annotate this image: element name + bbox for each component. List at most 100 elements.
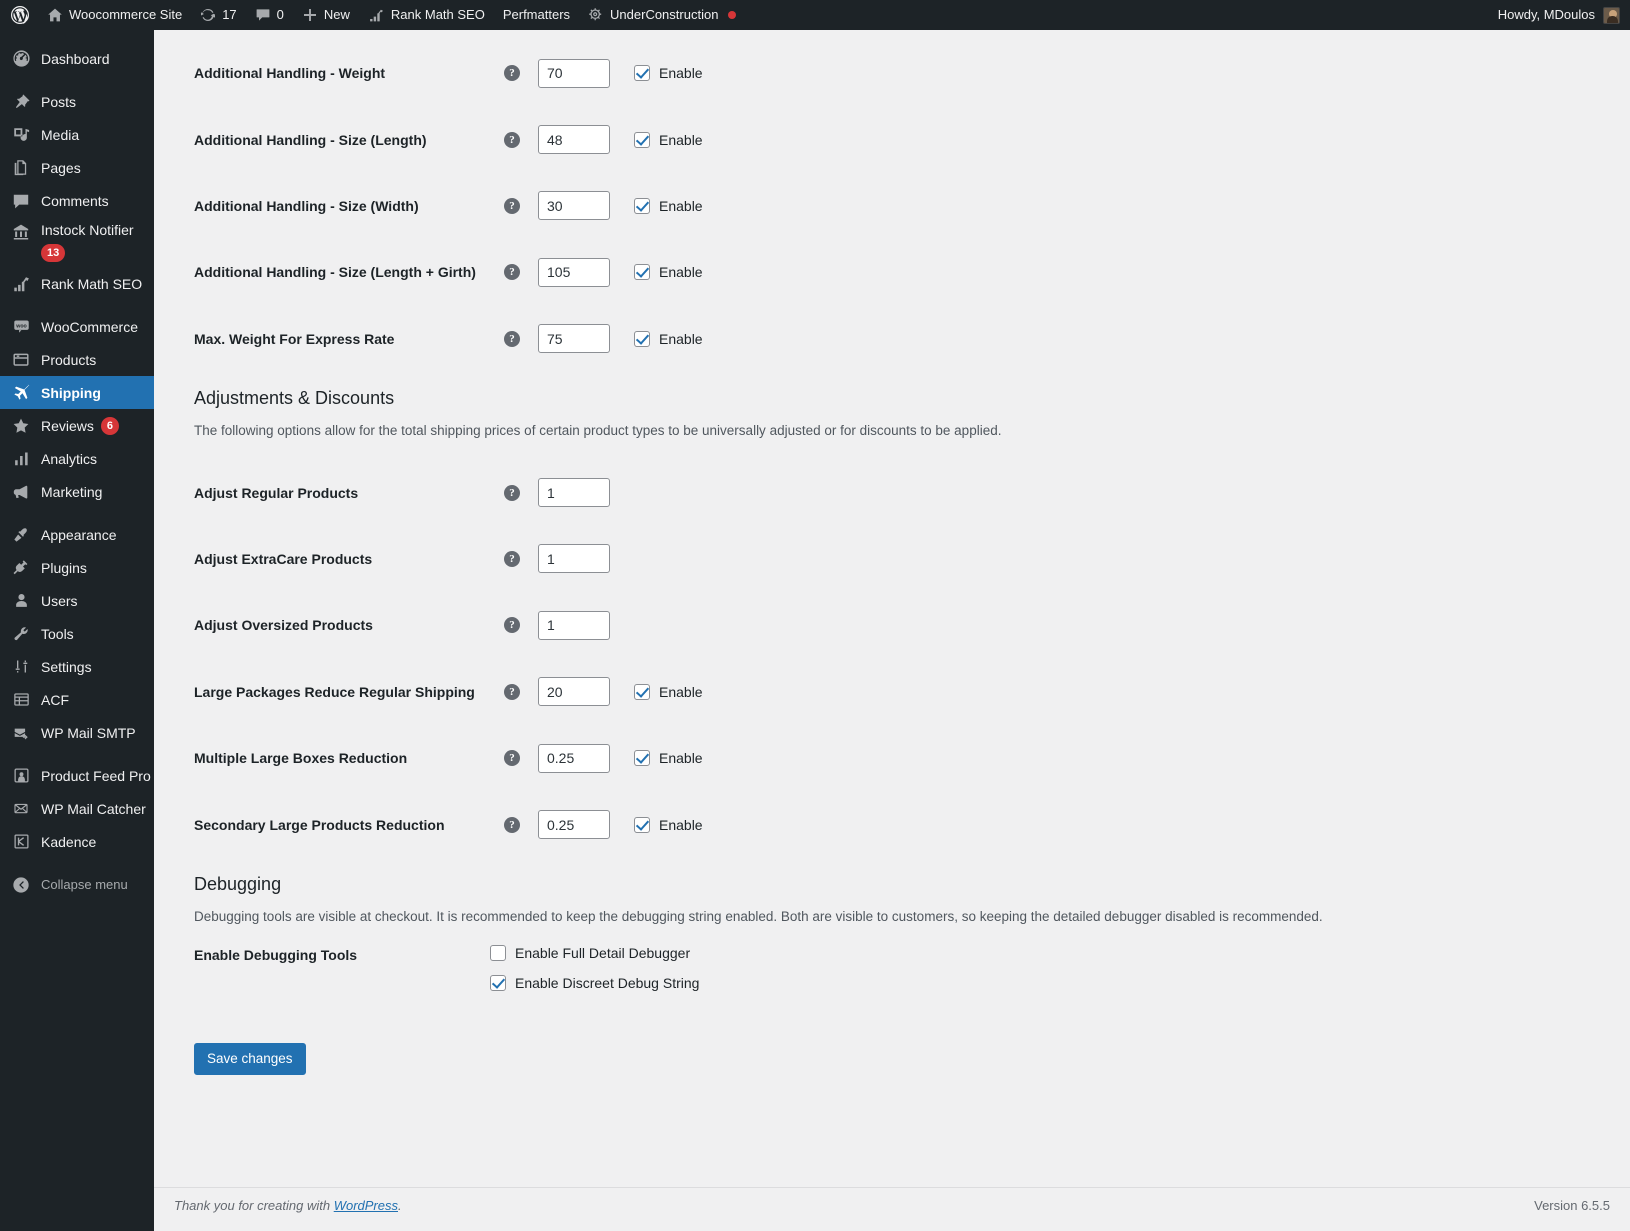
enable-checkbox-group[interactable]: Enable [634,131,703,148]
enable-checkbox-group[interactable]: Enable [634,816,703,833]
wordpress-logo-menu[interactable] [0,0,38,30]
site-name-menu[interactable]: Woocommerce Site [38,0,191,30]
debugging-tools-row: Enable Debugging Tools Enable Full Detai… [174,945,1610,992]
sidebar-item-settings[interactable]: Settings [0,650,154,683]
save-changes-button[interactable]: Save changes [194,1043,306,1076]
setting-value-input[interactable] [538,610,610,640]
help-tip-icon[interactable]: ? [504,131,520,148]
enable-checkbox[interactable] [634,65,650,82]
enable-checkbox-group[interactable]: Enable [634,750,703,767]
debugging-tools-label: Enable Debugging Tools [194,947,358,964]
sidebar-item-wp-mail-catcher[interactable]: WP Mail Catcher [0,792,154,825]
enable-checkbox-group[interactable]: Enable [634,264,703,281]
enable-checkbox-group[interactable]: Enable [634,683,703,700]
sidebar-item-kadence[interactable]: Kadence [0,825,154,858]
sidebar-item-label: Shipping [41,384,101,401]
sidebar-item-shipping[interactable]: Shipping [0,376,162,409]
sidebar-item-media[interactable]: Media [0,118,154,151]
sidebar-item-comments[interactable]: Comments [0,184,154,217]
enable-checkbox-label: Enable [659,65,703,82]
setting-value-input[interactable] [538,58,610,88]
sidebar-item-label: Reviews [41,417,94,434]
debugging-section-description: Debugging tools are visible at checkout.… [194,908,1323,924]
setting-row: Adjust ExtraCare Products? [174,526,1610,592]
sidebar-item-dashboard[interactable]: Dashboard [0,42,154,75]
setting-value-input[interactable] [538,743,610,773]
sidebar-item-label: Plugins [41,559,87,576]
enable-checkbox[interactable] [634,683,650,700]
sidebar-item-marketing[interactable]: Marketing [0,475,154,508]
sidebar-item-label: Kadence [41,833,97,850]
debug-option-checkbox[interactable] [490,975,506,992]
setting-value-input[interactable] [538,191,610,221]
sidebar-item-rank-math-seo[interactable]: Rank Math SEO [0,267,154,300]
setting-value-input[interactable] [538,544,610,574]
new-content-menu[interactable]: New [293,0,359,30]
sidebar-item-product-feed-pro[interactable]: Product Feed Pro [0,759,154,792]
enable-checkbox[interactable] [634,264,650,281]
help-tip-icon[interactable]: ? [504,550,520,567]
enable-checkbox[interactable] [634,131,650,148]
help-tip-icon[interactable]: ? [504,197,520,214]
admin-bar: Woocommerce Site 17 0 New Rank Math SEO … [0,0,1630,30]
wordpress-link[interactable]: WordPress [334,1198,398,1213]
help-tip-icon[interactable]: ? [504,264,520,281]
enable-checkbox-group[interactable]: Enable [634,197,703,214]
sidebar-item-woocommerce[interactable]: woo WooCommerce [0,310,154,343]
setting-value-input[interactable] [538,257,610,287]
my-account-menu[interactable]: Howdy, MDoulos [1498,0,1630,30]
comments-menu[interactable]: 0 [246,0,293,30]
setting-row: Multiple Large Boxes Reduction? Enable [174,725,1610,791]
enable-checkbox[interactable] [634,197,650,214]
settings-icon [10,657,32,677]
sidebar-item-posts[interactable]: Posts [0,85,154,118]
sidebar-item-label: Posts [41,93,77,110]
sidebar-item-instock-notifier[interactable]: Instock Notifier 13 [0,217,154,267]
sidebar-item-appearance[interactable]: Appearance [0,518,154,551]
help-tip-icon[interactable]: ? [504,65,520,82]
sidebar-item-users[interactable]: Users [0,584,154,617]
footer-thanks-prefix: Thank you for creating with [174,1198,334,1213]
shipping-icon [10,383,32,403]
help-tip-icon[interactable]: ? [504,484,520,501]
sidebar-item-analytics[interactable]: Analytics [0,442,154,475]
help-tip-icon[interactable]: ? [504,330,520,347]
perfmatters-menu[interactable]: Perfmatters [494,0,579,30]
comments-count: 0 [276,7,284,22]
sidebar-item-products[interactable]: Products [0,343,154,376]
help-tip-icon[interactable]: ? [504,750,520,767]
debug-option[interactable]: Enable Discreet Debug String [490,975,699,992]
help-tip-icon[interactable]: ? [504,617,520,634]
setting-row: Adjust Regular Products? [174,459,1610,525]
setting-value-input[interactable] [538,810,610,840]
help-tip-icon[interactable]: ? [504,816,520,833]
enable-checkbox-group[interactable]: Enable [634,330,703,347]
debug-option-checkbox[interactable] [490,945,506,962]
sidebar-item-tools[interactable]: Tools [0,617,154,650]
enable-checkbox[interactable] [634,750,650,767]
media-icon [10,125,32,145]
sidebar-item-wp-mail-smtp[interactable]: WP Mail SMTP [0,716,154,749]
underconstruction-label: UnderConstruction [610,7,719,22]
save-area: Save changes [174,1043,1610,1076]
rank-math-menu[interactable]: Rank Math SEO [359,0,494,30]
enable-checkbox[interactable] [634,816,650,833]
sidebar-item-pages[interactable]: Pages [0,151,154,184]
enable-checkbox[interactable] [634,330,650,347]
setting-value-input[interactable] [538,478,610,508]
enable-checkbox-label: Enable [659,197,703,214]
debug-option[interactable]: Enable Full Detail Debugger [490,945,699,962]
setting-label: Adjust Oversized Products [194,617,373,634]
setting-value-input[interactable] [538,324,610,354]
sidebar-item-plugins[interactable]: Plugins [0,551,154,584]
setting-value-input[interactable] [538,677,610,707]
help-tip-icon[interactable]: ? [504,683,520,700]
updates-menu[interactable]: 17 [191,0,245,30]
sidebar-item-acf[interactable]: ACF [0,683,154,716]
enable-checkbox-group[interactable]: Enable [634,65,703,82]
setting-value-input[interactable] [538,125,610,155]
collapse-menu-button[interactable]: Collapse menu [0,868,154,901]
underconstruction-gear-icon [588,7,604,23]
sidebar-item-reviews[interactable]: Reviews 6 [0,409,154,442]
underconstruction-menu[interactable]: UnderConstruction [579,0,745,30]
